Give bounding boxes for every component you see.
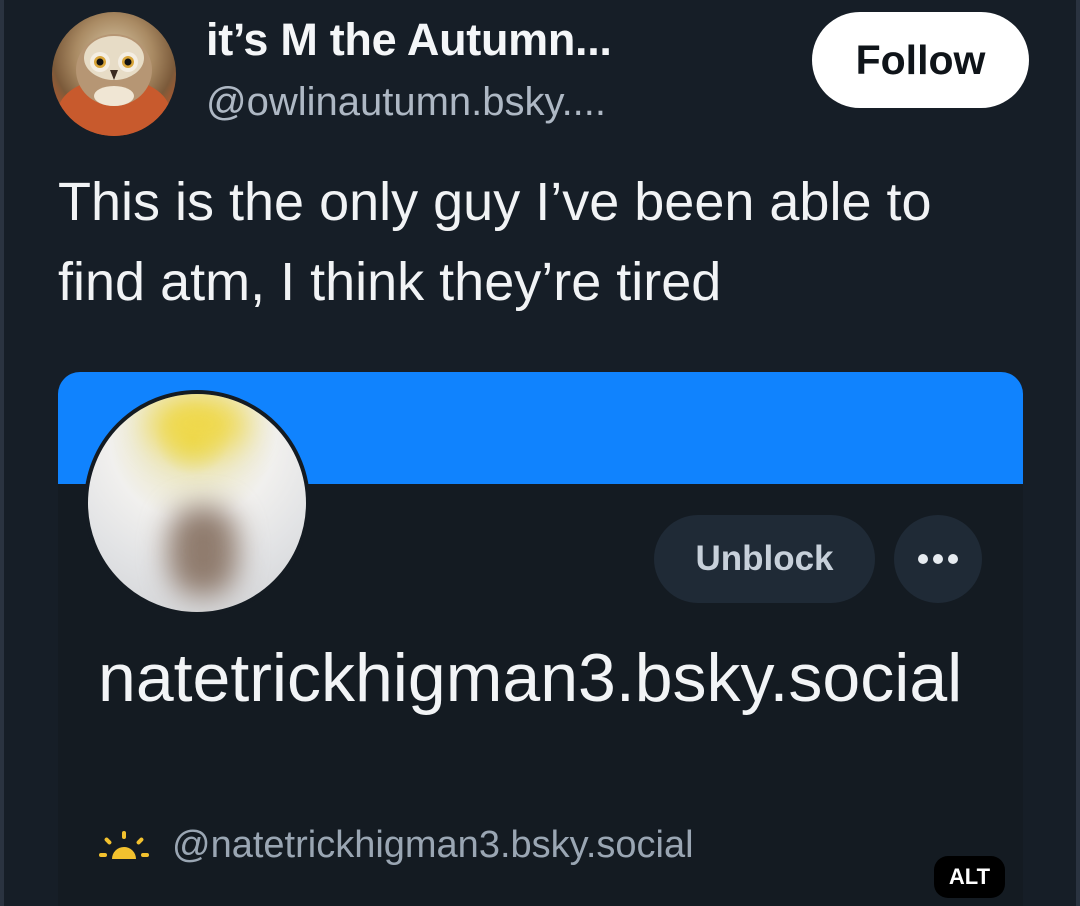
sun-icon bbox=[99, 830, 149, 859]
right-frame-edge bbox=[1076, 0, 1080, 906]
ellipsis-dot bbox=[948, 554, 958, 564]
profile-handle-row: @natetrickhigman3.bsky.social bbox=[98, 824, 694, 867]
alt-text-badge[interactable]: ALT bbox=[934, 856, 1005, 898]
owl-avatar-icon bbox=[58, 34, 170, 136]
author-handle[interactable]: @owlinautumn.bsky.... bbox=[206, 80, 606, 125]
follow-button[interactable]: Follow bbox=[812, 12, 1029, 108]
avatar-blurred-figure bbox=[168, 506, 238, 596]
profile-avatar bbox=[84, 390, 310, 616]
avatar-highlight bbox=[148, 394, 248, 454]
post-text: This is the only guy I’ve been able to f… bbox=[58, 172, 932, 312]
author-avatar[interactable] bbox=[52, 12, 176, 136]
ellipsis-dot bbox=[918, 554, 928, 564]
profile-handle: @natetrickhigman3.bsky.social bbox=[172, 824, 694, 866]
ellipsis-dot bbox=[933, 554, 943, 564]
unblock-button: Unblock bbox=[654, 515, 875, 603]
embedded-screenshot[interactable]: Unblock natetrickhigman3.bsky.social @na… bbox=[58, 372, 1023, 906]
left-frame-edge bbox=[0, 0, 4, 906]
ellipsis-icon bbox=[894, 515, 982, 603]
profile-display-name: natetrickhigman3.bsky.social bbox=[98, 640, 963, 716]
author-display-name[interactable]: it’s M the Autumn... bbox=[206, 14, 612, 66]
